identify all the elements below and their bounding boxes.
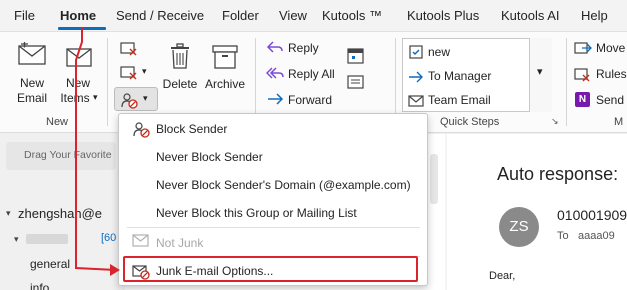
annotation-arrow — [75, 28, 120, 276]
